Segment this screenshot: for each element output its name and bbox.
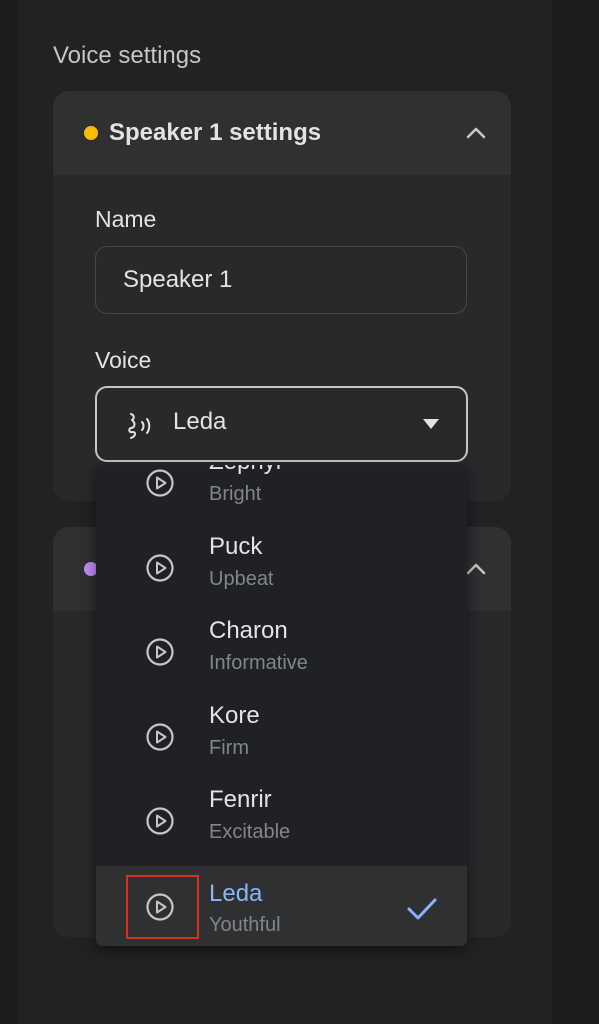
play-circle-icon[interactable] xyxy=(145,722,175,752)
play-circle-icon[interactable] xyxy=(145,468,175,498)
voice-option-zephyr[interactable]: Zephyr Bright xyxy=(96,465,467,530)
voice-wave-icon xyxy=(128,413,151,439)
play-circle-icon[interactable] xyxy=(145,806,175,836)
voice-option-name: Puck xyxy=(209,533,263,560)
speaker-1-color-dot xyxy=(84,126,98,140)
play-circle-icon[interactable] xyxy=(145,553,175,583)
speaker-1-card: Speaker 1 settings Name Speaker 1 Voice … xyxy=(53,91,511,501)
voice-option-desc: Excitable xyxy=(209,821,291,843)
voice-option-leda[interactable]: Leda Youthful xyxy=(96,866,467,946)
play-circle-icon[interactable] xyxy=(145,637,175,667)
voice-option-name: Zephyr xyxy=(209,465,284,476)
voice-option-charon[interactable]: Charon Informative xyxy=(96,615,467,699)
name-input[interactable]: Speaker 1 xyxy=(95,246,467,314)
voice-option-desc: Upbeat xyxy=(209,568,274,590)
voice-label: Voice xyxy=(95,347,152,373)
page: Voice settings Speaker 1 settings Name S… xyxy=(0,0,599,1024)
speaker-1-title: Speaker 1 settings xyxy=(109,119,322,146)
voice-option-name: Fenrir xyxy=(209,786,272,813)
side-strip xyxy=(552,0,599,1024)
check-icon xyxy=(407,898,437,920)
section-title: Voice settings xyxy=(53,42,202,69)
voice-option-puck[interactable]: Puck Upbeat xyxy=(96,531,467,615)
voice-option-desc: Bright xyxy=(209,483,262,505)
voice-dropdown-list[interactable]: Zephyr Bright Puck Upbeat Charon Informa… xyxy=(96,465,467,946)
voice-option-name: Leda xyxy=(209,880,263,907)
play-circle-icon[interactable] xyxy=(145,892,175,922)
voice-option-name: Charon xyxy=(209,617,288,644)
voice-option-desc: Youthful xyxy=(209,914,281,936)
chevron-up-icon[interactable] xyxy=(465,558,487,580)
voice-option-desc: Firm xyxy=(209,737,249,759)
name-label: Name xyxy=(95,206,157,232)
voice-select[interactable]: Leda xyxy=(95,386,468,462)
voice-option-name: Kore xyxy=(209,702,260,729)
caret-down-icon xyxy=(423,419,439,429)
voice-option-kore[interactable]: Kore Firm xyxy=(96,700,467,784)
voice-select-value: Leda xyxy=(173,408,227,435)
speaker-1-header[interactable]: Speaker 1 settings xyxy=(53,91,511,175)
chevron-up-icon[interactable] xyxy=(465,122,487,144)
voice-option-fenrir[interactable]: Fenrir Excitable xyxy=(96,784,467,868)
voice-option-desc: Informative xyxy=(209,652,308,674)
